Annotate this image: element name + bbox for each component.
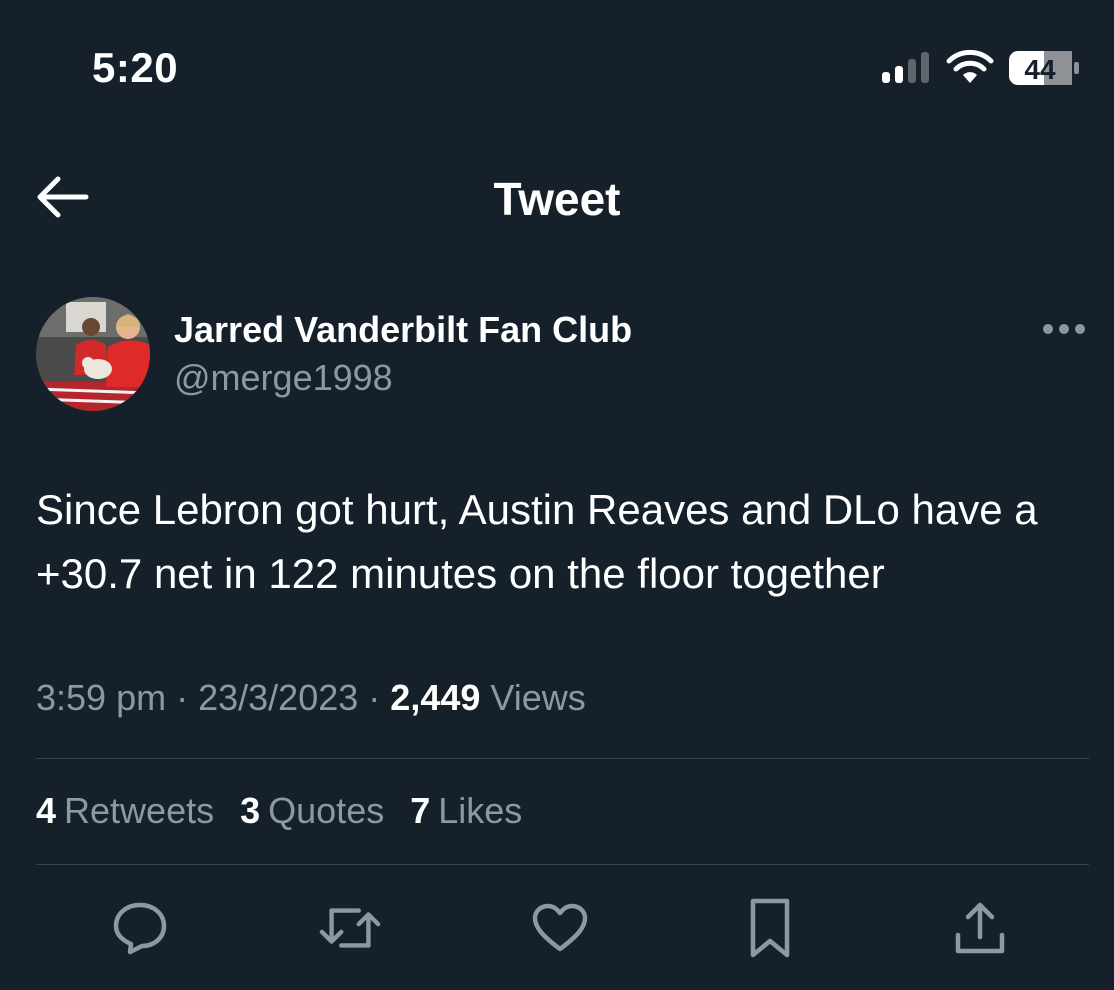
tweet-time: 3:59 pm <box>36 677 167 718</box>
quotes-label: Quotes <box>268 790 385 831</box>
tweet-date: 23/3/2023 <box>198 677 359 718</box>
meta-separator: · <box>368 677 381 718</box>
reply-button[interactable] <box>108 896 172 960</box>
meta-separator: · <box>176 677 189 718</box>
retweets-stat[interactable]: 4 Retweets <box>36 790 214 832</box>
engagement-stats: 4 Retweets 3 Quotes 7 Likes <box>36 790 522 832</box>
share-icon <box>955 902 1005 954</box>
divider <box>36 864 1089 865</box>
share-button[interactable] <box>948 896 1012 960</box>
bookmark-icon <box>750 898 790 958</box>
tweet-detail-screen: 5:20 44 Tweet Jarred Vanderbilt Fan Club… <box>0 0 1114 990</box>
author-name[interactable]: Jarred Vanderbilt Fan Club <box>174 309 632 351</box>
divider <box>36 758 1089 759</box>
retweets-count: 4 <box>36 790 57 831</box>
likes-count: 7 <box>410 790 431 831</box>
page-title: Tweet <box>493 173 621 225</box>
retweet-button[interactable] <box>318 896 382 960</box>
avatar[interactable] <box>36 297 150 411</box>
more-horizontal-icon <box>1043 324 1085 334</box>
wifi-icon <box>946 50 994 83</box>
tweet-meta: 3:59 pm · 23/3/2023 · 2,449 Views <box>36 677 586 719</box>
quotes-count: 3 <box>240 790 261 831</box>
heart-icon <box>532 903 588 952</box>
reply-icon <box>113 902 167 955</box>
bookmark-button[interactable] <box>738 896 802 960</box>
battery-level: 44 <box>1024 54 1056 85</box>
likes-label: Likes <box>438 790 523 831</box>
quotes-stat[interactable]: 3 Quotes <box>240 790 384 832</box>
cellular-signal-icon <box>882 52 929 83</box>
status-time: 5:20 <box>92 44 179 91</box>
avatar-photo <box>36 297 150 411</box>
views-count[interactable]: 2,449 <box>390 677 480 718</box>
author-handle[interactable]: @merge1998 <box>174 357 393 399</box>
views-label[interactable]: Views <box>490 677 585 718</box>
retweet-icon <box>319 908 381 948</box>
battery-icon: 44 <box>1009 51 1079 85</box>
tweet-text: Since Lebron got hurt, Austin Reaves and… <box>36 486 1038 597</box>
likes-stat[interactable]: 7 Likes <box>410 790 522 832</box>
more-options-button[interactable] <box>1038 312 1090 346</box>
like-button[interactable] <box>528 896 592 960</box>
retweets-label: Retweets <box>64 790 215 831</box>
